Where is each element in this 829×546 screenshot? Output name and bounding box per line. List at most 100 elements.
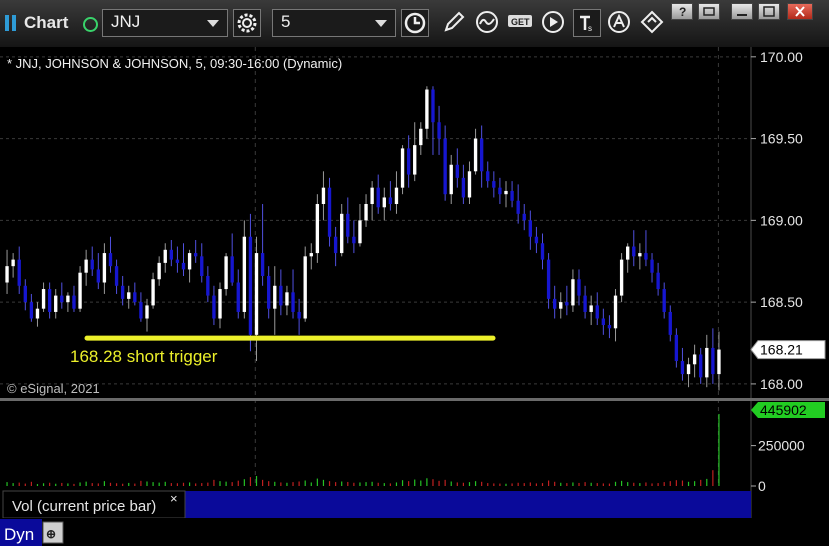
candle-body — [127, 292, 131, 299]
candle-body — [17, 259, 21, 286]
symbol-value: JNJ — [111, 12, 141, 31]
maximize-icon — [763, 6, 775, 17]
candle-body — [242, 236, 247, 312]
candle-body — [632, 246, 636, 257]
candle-body — [370, 187, 374, 205]
candle-body — [443, 138, 447, 195]
alert-button[interactable] — [606, 9, 634, 37]
candle-body — [133, 292, 137, 303]
candle-body — [705, 347, 709, 378]
candle-body — [626, 246, 630, 260]
maximize-button[interactable] — [758, 3, 780, 20]
studies-button[interactable] — [474, 9, 502, 37]
candle-body — [577, 279, 581, 296]
link-button[interactable] — [639, 9, 667, 37]
candle-body — [47, 289, 52, 312]
time-template-button[interactable] — [401, 9, 429, 37]
play-icon — [542, 11, 564, 33]
candle-body — [102, 253, 107, 283]
get-icon: GET — [508, 15, 532, 27]
link-diamond-icon — [640, 10, 664, 34]
candle-body — [619, 259, 624, 296]
restore-button[interactable] — [698, 3, 720, 20]
candle-body — [333, 236, 338, 254]
minimize-button[interactable] — [731, 3, 753, 20]
candle-body — [638, 253, 642, 257]
pane-divider[interactable] — [0, 398, 829, 401]
candle-body — [601, 318, 606, 326]
help-button[interactable]: ? — [671, 3, 693, 20]
candle-body — [662, 289, 666, 312]
candle-body — [236, 282, 240, 312]
candle-body — [711, 347, 715, 375]
candle-body — [394, 187, 399, 205]
candle-body — [498, 187, 502, 195]
candle-body — [66, 295, 70, 303]
replay-button[interactable] — [540, 9, 568, 37]
candle-body — [425, 89, 429, 129]
interval-input[interactable]: 5 — [272, 9, 396, 37]
chart-app-icon — [5, 15, 16, 31]
candle-body — [218, 289, 222, 319]
close-button[interactable] — [787, 3, 813, 20]
chevron-down-icon[interactable] — [375, 20, 387, 27]
price-tick-label: 169.50 — [760, 131, 803, 147]
candle-body — [11, 259, 15, 267]
candle-body — [419, 128, 423, 146]
candle-body — [340, 213, 344, 254]
candle-body — [29, 302, 34, 319]
candle-body — [273, 285, 277, 309]
candle-body — [473, 138, 478, 172]
candle-body — [78, 272, 82, 309]
chevron-down-icon[interactable] — [207, 20, 219, 27]
last-volume-label: 445902 — [760, 402, 807, 418]
candle-body — [431, 89, 435, 123]
candle-body — [540, 243, 545, 260]
candle-body — [686, 364, 691, 375]
get-data-button[interactable]: GET — [507, 9, 535, 37]
candle-body — [230, 256, 234, 283]
status-indicator-icon — [83, 17, 98, 32]
last-price-label: 168.21 — [760, 342, 803, 358]
volume-label: Vol (current price bar) — [12, 498, 156, 515]
candle-body — [315, 204, 320, 254]
svg-text:GET: GET — [511, 17, 530, 27]
candle-body — [583, 295, 587, 312]
settings-button[interactable] — [233, 9, 261, 37]
candle-body — [206, 275, 210, 296]
candle-body — [559, 302, 563, 309]
candle-body — [139, 302, 143, 319]
help-icon: ? — [679, 5, 687, 19]
candle-body — [321, 187, 326, 205]
text-tool-button[interactable]: s — [573, 9, 601, 37]
candle-body — [668, 311, 672, 335]
draw-tools-button[interactable] — [441, 9, 469, 37]
candle-body — [546, 259, 551, 299]
volume-band — [185, 491, 751, 518]
candle-body — [358, 220, 362, 244]
candle-body — [589, 305, 593, 312]
candle-body — [151, 279, 155, 306]
price-chart[interactable]: 170.00 169.50 169.00 168.50 168.00 250000 0 1… — [0, 47, 829, 546]
candle-body — [54, 295, 58, 312]
candle-body — [522, 213, 526, 221]
mode-label: Dyn — [4, 525, 34, 544]
candle-body — [388, 197, 393, 205]
candle-body — [406, 148, 411, 175]
candle-body — [291, 292, 295, 312]
candle-body — [175, 259, 180, 263]
candle-body — [413, 145, 417, 175]
candle-body — [260, 253, 265, 276]
candle-body — [528, 220, 533, 237]
candle-body — [479, 138, 484, 172]
svg-text:s: s — [588, 24, 592, 33]
candle-body — [108, 253, 113, 267]
symbol-input[interactable]: JNJ — [102, 9, 228, 37]
close-study-icon[interactable]: × — [170, 491, 178, 506]
candle-body — [96, 269, 100, 283]
candle-body — [181, 262, 186, 270]
annotation-text: 168.28 short trigger — [70, 347, 218, 366]
candle-body — [486, 171, 490, 182]
candle-body — [650, 259, 654, 273]
candle-body — [303, 256, 307, 319]
